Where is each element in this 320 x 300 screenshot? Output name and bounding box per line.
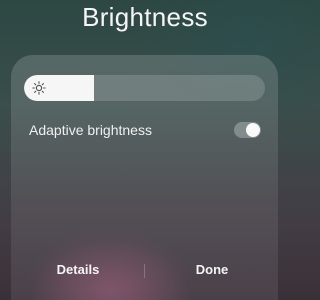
sun-icon: [32, 81, 46, 95]
adaptive-brightness-label: Adaptive brightness: [29, 122, 152, 138]
brightness-slider[interactable]: [24, 75, 265, 101]
adaptive-brightness-toggle[interactable]: [234, 122, 261, 138]
toggle-knob: [246, 123, 260, 137]
adaptive-brightness-row[interactable]: Adaptive brightness: [29, 121, 261, 141]
footer-divider: [144, 264, 145, 278]
footer: Details Done: [11, 260, 278, 282]
details-button[interactable]: Details: [23, 262, 133, 277]
page-title: Brightness: [82, 2, 208, 32]
done-button[interactable]: Done: [157, 262, 267, 277]
brightness-panel: Adaptive brightness Details Done: [11, 55, 278, 300]
